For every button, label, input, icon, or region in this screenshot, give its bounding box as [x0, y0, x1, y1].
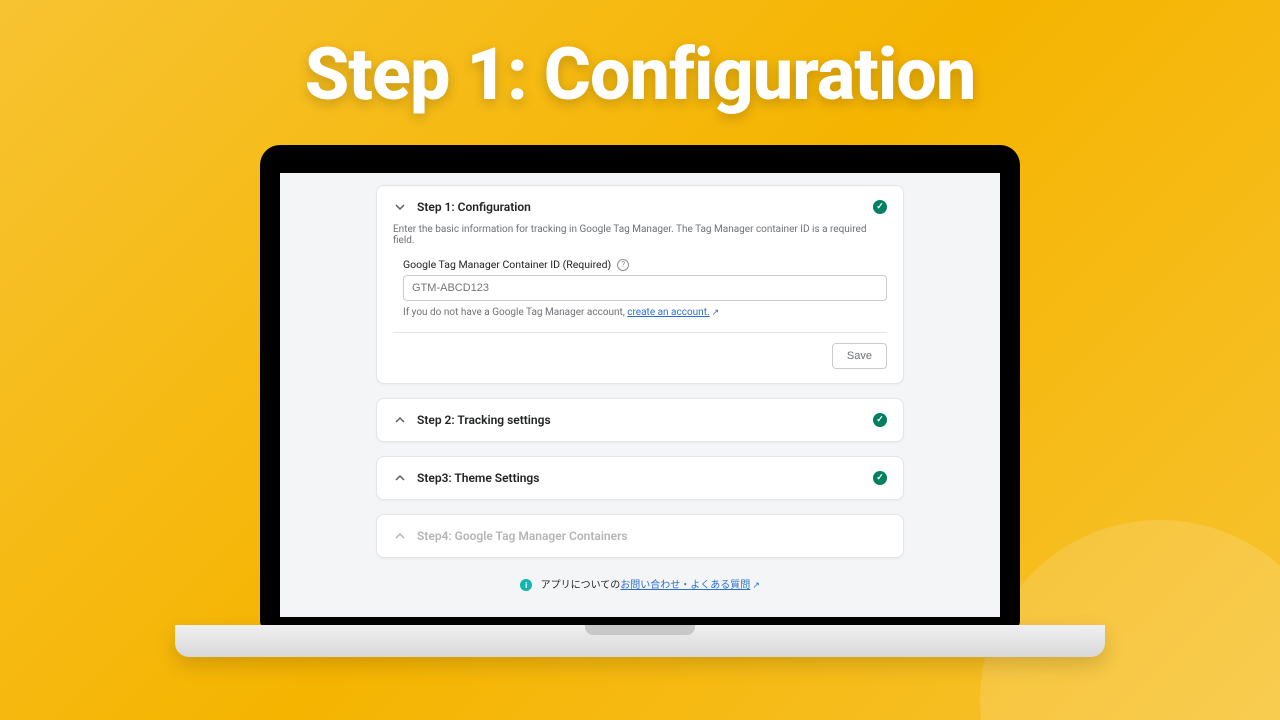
chevron-down-icon [393, 200, 407, 214]
card-step3-header[interactable]: Step3: Theme Settings ✓ [377, 457, 903, 499]
card-step2: Step 2: Tracking settings ✓ [376, 398, 904, 442]
chevron-up-icon [393, 471, 407, 485]
container-id-hint: If you do not have a Google Tag Manager … [403, 307, 887, 318]
laptop-base [175, 625, 1105, 657]
card-step1: Step 1: Configuration ✓ Enter the basic … [376, 185, 904, 384]
card-step4-header: Step4: Google Tag Manager Containers [377, 515, 903, 557]
divider [393, 332, 887, 333]
chevron-up-icon [393, 413, 407, 427]
footer-link[interactable]: お問い合わせ・よくある質問 [620, 580, 750, 591]
card-step4: Step4: Google Tag Manager Containers [376, 514, 904, 558]
help-icon[interactable]: ? [617, 259, 629, 271]
app-screen: Step 1: Configuration ✓ Enter the basic … [280, 173, 1000, 617]
card-step3-title: Step3: Theme Settings [417, 471, 873, 485]
laptop-frame: Step 1: Configuration ✓ Enter the basic … [260, 145, 1020, 629]
save-button[interactable]: Save [832, 343, 887, 369]
card-step3: Step3: Theme Settings ✓ [376, 456, 904, 500]
info-icon: i [520, 579, 532, 591]
container-id-label: Google Tag Manager Container ID (Require… [403, 258, 887, 271]
bg-decor-circle [980, 520, 1280, 720]
create-account-link[interactable]: create an account. [627, 307, 709, 318]
container-id-input[interactable] [403, 275, 887, 301]
card-step1-header[interactable]: Step 1: Configuration ✓ [377, 186, 903, 224]
external-link-icon: ↗ [752, 581, 760, 591]
external-link-icon: ↗ [712, 308, 720, 318]
container-id-label-text: Google Tag Manager Container ID (Require… [403, 258, 611, 271]
status-complete-icon: ✓ [873, 471, 887, 485]
chevron-up-icon [393, 529, 407, 543]
card-step1-body: Enter the basic information for tracking… [377, 224, 903, 383]
app-page: Step 1: Configuration ✓ Enter the basic … [280, 173, 1000, 603]
card-step2-title: Step 2: Tracking settings [417, 413, 873, 427]
status-complete-icon: ✓ [873, 413, 887, 427]
step1-actions: Save [393, 343, 887, 369]
card-step1-title: Step 1: Configuration [417, 200, 873, 214]
app-footer: i アプリについてのお問い合わせ・よくある質問↗ [376, 576, 904, 591]
footer-prefix: アプリについての [541, 580, 621, 591]
card-step2-header[interactable]: Step 2: Tracking settings ✓ [377, 399, 903, 441]
status-complete-icon: ✓ [873, 200, 887, 214]
page-hero-title: Step 1: Configuration [0, 32, 1280, 117]
step1-description: Enter the basic information for tracking… [393, 224, 887, 246]
laptop-mockup: Step 1: Configuration ✓ Enter the basic … [260, 145, 1020, 629]
laptop-notch [585, 625, 695, 635]
hint-prefix: If you do not have a Google Tag Manager … [403, 307, 627, 318]
card-step4-title: Step4: Google Tag Manager Containers [417, 529, 887, 543]
